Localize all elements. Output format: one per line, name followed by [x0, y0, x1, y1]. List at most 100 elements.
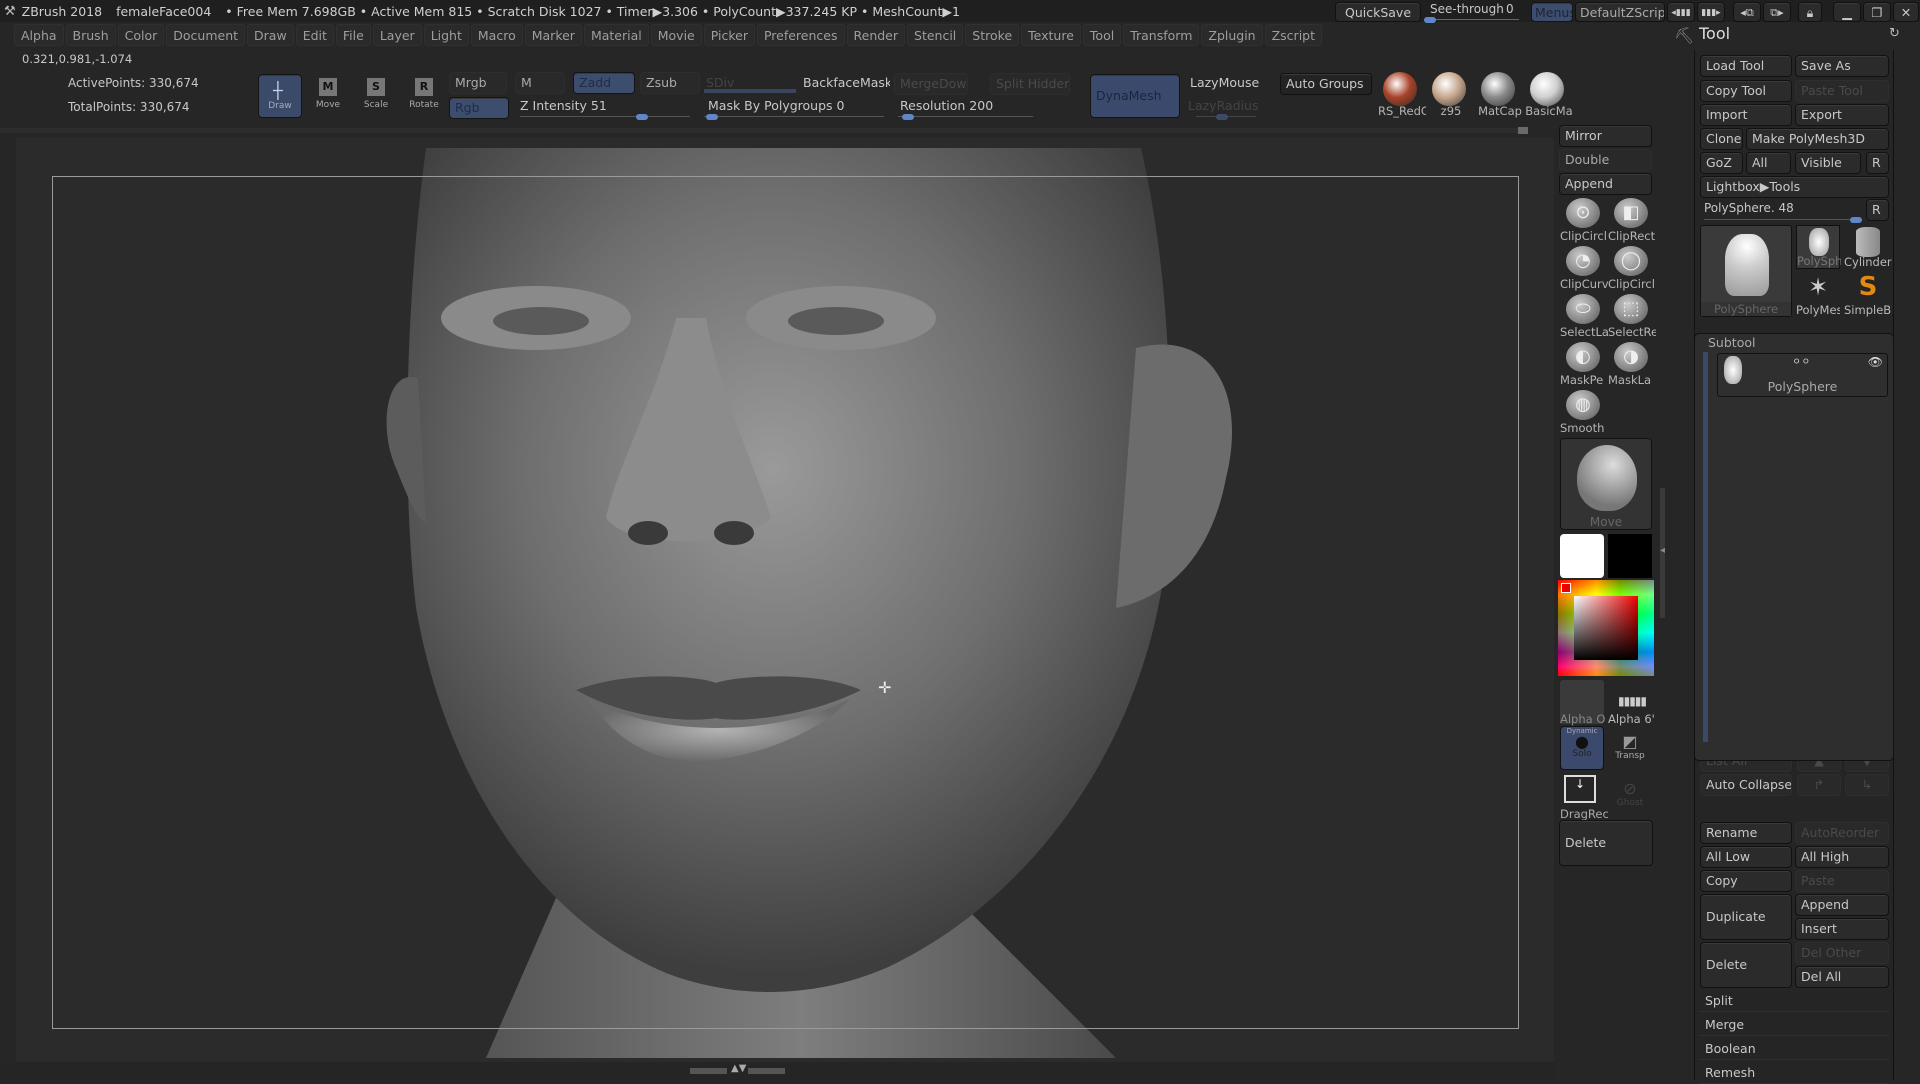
brush-clipcurv-button[interactable]: ◔ ClipCurv: [1560, 246, 1608, 292]
material-matcap-sphere[interactable]: [1481, 72, 1515, 106]
auto-reorder-button[interactable]: AutoReorder: [1795, 822, 1889, 844]
subtool-header[interactable]: Subtool: [1708, 335, 1755, 350]
rgb-button[interactable]: Rgb: [449, 97, 509, 119]
resolution-slider[interactable]: [898, 114, 1033, 120]
lock-icon[interactable]: 🔒︎: [1798, 2, 1822, 22]
tool-thumb-polymesh[interactable]: ✶ PolyMes: [1796, 273, 1840, 317]
backface-mask-button[interactable]: BackfaceMask: [798, 73, 890, 95]
menu-edit[interactable]: Edit: [295, 24, 334, 46]
del-other-button[interactable]: Del Other: [1795, 942, 1889, 964]
ghost-button[interactable]: ⊘ Ghost: [1608, 773, 1652, 817]
menu-file[interactable]: File: [335, 24, 371, 46]
clone-button[interactable]: Clone: [1700, 128, 1743, 150]
double-button[interactable]: Double: [1559, 149, 1652, 171]
dynamic-solo-button[interactable]: Dynamic ● Solo: [1560, 726, 1604, 770]
load-tool-button[interactable]: Load Tool: [1700, 55, 1792, 77]
menu-texture[interactable]: Texture: [1021, 24, 1081, 46]
bottom-tray-scroll-right[interactable]: [748, 1068, 785, 1074]
menu-draw[interactable]: Draw: [247, 24, 294, 46]
color-picker[interactable]: [1558, 580, 1654, 676]
rotate-mode-button[interactable]: R Rotate: [404, 74, 444, 118]
z-intensity-slider[interactable]: [520, 114, 690, 120]
subtool-list-scrollbar[interactable]: [1703, 352, 1708, 742]
goz-all-button[interactable]: All: [1746, 152, 1791, 174]
alpha-off-button[interactable]: Alpha O: [1560, 680, 1605, 726]
viewport[interactable]: ✛: [16, 138, 1554, 1062]
remesh-section-header[interactable]: Remesh: [1700, 1062, 1889, 1084]
dragrect-button[interactable]: ↓ DragRec: [1560, 773, 1608, 821]
brush-maskla-button[interactable]: ◑ MaskLa: [1608, 342, 1654, 388]
menu-preferences[interactable]: Preferences: [756, 24, 845, 46]
insert-button[interactable]: Insert: [1795, 918, 1889, 940]
brush-cliprect-button[interactable]: ◧ ClipRect: [1608, 198, 1655, 244]
sdiv-slider[interactable]: [704, 89, 796, 93]
tool-thumb-cylinder[interactable]: Cylinder: [1844, 225, 1892, 269]
tool-size-slider[interactable]: [1704, 217, 1862, 223]
subtool-item[interactable]: 👁︎ ⚪⚪ PolySphere: [1717, 353, 1888, 397]
layout-next-icon[interactable]: ⧉▸: [1763, 2, 1791, 22]
scroll-right-icon[interactable]: ▮▮▮▸: [1697, 2, 1725, 22]
shelf-collapse-icon[interactable]: ◂: [1660, 545, 1665, 556]
menu-light[interactable]: Light: [423, 24, 469, 46]
auto-collapse-button[interactable]: Auto Collapse: [1700, 774, 1792, 796]
menu-alpha[interactable]: Alpha: [14, 24, 64, 46]
lazyradius-slider[interactable]: [1196, 114, 1256, 120]
all-high-button[interactable]: All High: [1795, 846, 1889, 868]
lazymouse-button[interactable]: LazyMouse: [1185, 73, 1269, 95]
arrow-right-button[interactable]: ↱: [1797, 774, 1841, 796]
menu-brush[interactable]: Brush: [65, 24, 116, 46]
brush-clipcircl-button[interactable]: ⊙ ClipCircl: [1560, 198, 1607, 244]
split-hidden-button[interactable]: Split Hidden: [990, 73, 1070, 95]
alpha-6-button[interactable]: ▮▮▮▮▮ Alpha 6': [1608, 680, 1655, 726]
menu-stencil[interactable]: Stencil: [907, 24, 964, 46]
primary-color-swatch[interactable]: [1560, 534, 1604, 578]
current-brush-move[interactable]: Move: [1560, 438, 1652, 530]
default-zscript-button[interactable]: DefaultZScript: [1575, 2, 1665, 22]
material-basicma-sphere[interactable]: [1530, 72, 1564, 106]
menu-document[interactable]: Document: [166, 24, 246, 46]
m-button[interactable]: M: [515, 72, 565, 94]
zadd-button[interactable]: Zadd: [573, 72, 635, 94]
toolbar-scroll-handle[interactable]: [1518, 127, 1528, 134]
menu-zscript[interactable]: Zscript: [1264, 24, 1323, 46]
boolean-section-header[interactable]: Boolean: [1700, 1038, 1889, 1060]
goz-button[interactable]: GoZ: [1700, 152, 1743, 174]
scale-mode-button[interactable]: S Scale: [356, 74, 396, 118]
import-button[interactable]: Import: [1700, 104, 1792, 126]
goz-visible-button[interactable]: Visible: [1795, 152, 1861, 174]
menu-render[interactable]: Render: [846, 24, 906, 46]
tool-r-button[interactable]: R: [1866, 199, 1889, 221]
duplicate-button[interactable]: Duplicate: [1700, 894, 1792, 940]
subtool-visibility-eye-icon[interactable]: 👁︎: [1868, 355, 1883, 369]
tool-panel-reset-icon[interactable]: ↻: [1889, 26, 1900, 41]
draw-mode-button[interactable]: ┼ Draw: [258, 74, 302, 118]
scroll-left-icon[interactable]: ◂▮▮▮: [1667, 2, 1695, 22]
copy-tool-button[interactable]: Copy Tool: [1700, 80, 1792, 102]
save-as-button[interactable]: Save As: [1795, 55, 1889, 77]
split-section-header[interactable]: Split: [1700, 990, 1889, 1012]
paste-tool-button[interactable]: Paste Tool: [1795, 80, 1889, 102]
append-shelf-button[interactable]: Append: [1559, 173, 1652, 195]
menus-button[interactable]: Menus: [1531, 2, 1573, 22]
copy-subtool-button[interactable]: Copy: [1700, 870, 1792, 892]
menu-zplugin[interactable]: Zplugin: [1201, 24, 1263, 46]
delete-shelf-button[interactable]: Delete: [1559, 820, 1653, 866]
append-subtool-button[interactable]: Append: [1795, 894, 1889, 916]
lightbox-tools-button[interactable]: Lightbox▶Tools: [1700, 176, 1889, 198]
move-mode-button[interactable]: M Move: [308, 74, 348, 118]
mrgb-button[interactable]: Mrgb: [449, 72, 507, 94]
toolbar-scroll-track[interactable]: [0, 128, 1525, 133]
arrow-down-right-button[interactable]: ↳: [1845, 774, 1889, 796]
bottom-tray-toggle-icon[interactable]: ▲▼: [731, 1063, 746, 1074]
close-icon[interactable]: ✕: [1893, 2, 1919, 22]
menu-layer[interactable]: Layer: [372, 24, 422, 46]
menu-transform[interactable]: Transform: [1123, 24, 1200, 46]
zsub-button[interactable]: Zsub: [640, 72, 700, 94]
menu-tool[interactable]: Tool: [1082, 24, 1122, 46]
mask-by-polygroups-slider[interactable]: [704, 114, 884, 120]
menu-stroke[interactable]: Stroke: [965, 24, 1020, 46]
rename-button[interactable]: Rename: [1700, 822, 1792, 844]
brush-smooth-button[interactable]: ◍ Smooth: [1560, 390, 1606, 436]
merge-section-header[interactable]: Merge: [1700, 1014, 1889, 1036]
subtool-polypaint-icon[interactable]: ⚪⚪: [1792, 355, 1810, 368]
